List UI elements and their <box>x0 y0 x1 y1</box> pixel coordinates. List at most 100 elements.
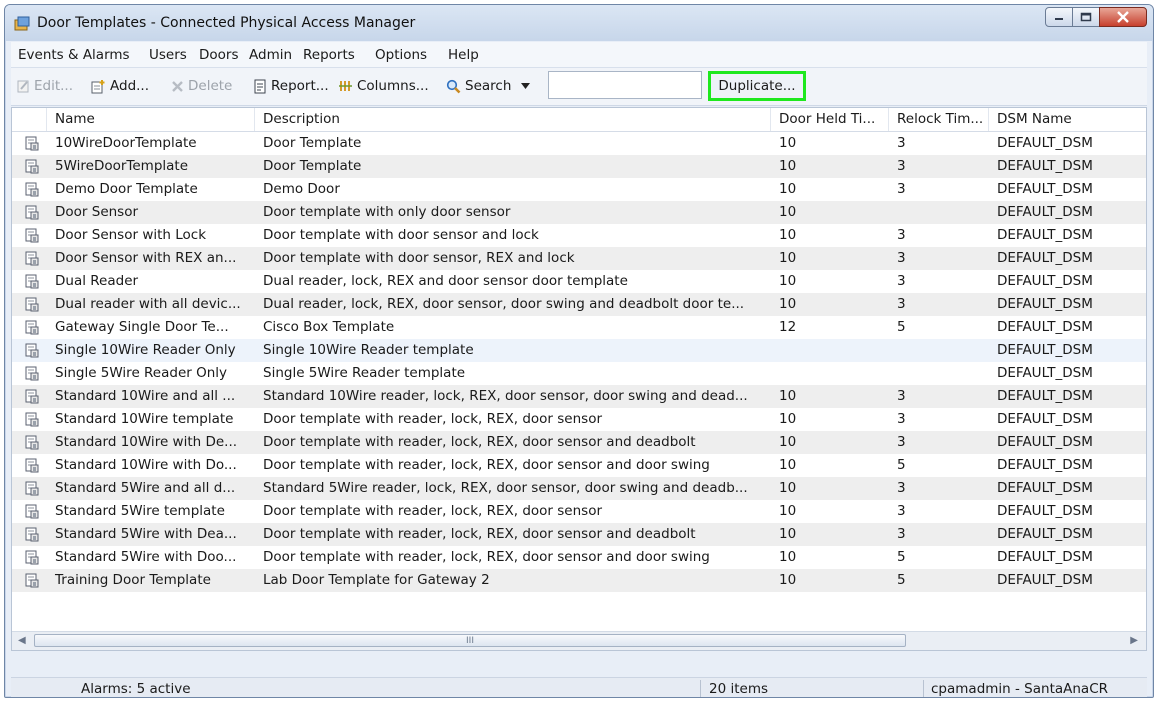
cell-description: Lab Door Template for Gateway 2 <box>263 572 490 588</box>
column-header-door-held-time[interactable]: Door Held Ti... <box>771 108 889 131</box>
table-row[interactable]: Standard 5Wire with Doo... Door template … <box>12 546 1146 569</box>
cell-door-held-time: 10 <box>779 158 797 174</box>
cell-door-held-time: 10 <box>779 549 797 565</box>
toolbar: Edit... Add... Delete Report... Columns.… <box>11 68 1147 106</box>
table-row[interactable]: Standard 5Wire and all d... Standard 5Wir… <box>12 477 1146 500</box>
cell-name: Single 5Wire Reader Only <box>55 365 228 381</box>
cell-door-held-time: 10 <box>779 572 797 588</box>
menu-help[interactable]: Help <box>448 47 479 63</box>
cell-relock-time: 3 <box>897 526 906 542</box>
scroll-right-icon[interactable]: ▶ <box>1130 635 1138 646</box>
cell-door-held-time: 10 <box>779 434 797 450</box>
cell-door-held-time: 10 <box>779 204 797 220</box>
cell-door-held-time: 10 <box>779 411 797 427</box>
cell-door-held-time: 10 <box>779 296 797 312</box>
table-row[interactable]: 5WireDoorTemplate Door Template 10 3 DEFAULT… <box>12 155 1146 178</box>
table-header: Name Description Door Held Ti... Relock … <box>12 108 1146 132</box>
column-header-name[interactable]: Name <box>47 108 255 131</box>
cell-description: Door template with reader, lock, REX, do… <box>263 503 603 519</box>
table-row[interactable]: Standard 10Wire with De... Door template … <box>12 431 1146 454</box>
delete-label: Delete <box>188 78 233 94</box>
cell-description: Door template with door sensor and lock <box>263 227 539 243</box>
menu-events-alarms[interactable]: Events & Alarms <box>18 47 130 63</box>
duplicate-button[interactable]: Duplicate... <box>708 71 806 101</box>
app-window: Door Templates - Connected Physical Acce… <box>4 4 1154 698</box>
door-template-icon <box>25 412 39 427</box>
search-input[interactable] <box>548 71 702 99</box>
table-row[interactable]: Standard 10Wire and all ... Standard 10Wi… <box>12 385 1146 408</box>
cell-door-held-time <box>771 339 889 362</box>
column-header-relock-time[interactable]: Relock Tim... <box>889 108 989 131</box>
table-row[interactable]: Standard 10Wire with Do... Door template … <box>12 454 1146 477</box>
search-button[interactable]: Search <box>446 78 531 94</box>
cell-description: Standard 10Wire reader, lock, REX, door … <box>263 388 748 404</box>
cell-relock-time: 3 <box>897 296 906 312</box>
door-template-icon <box>25 504 39 519</box>
cell-name: Door Sensor with Lock <box>55 227 207 243</box>
cell-door-held-time: 10 <box>779 480 797 496</box>
minimize-button[interactable] <box>1045 7 1073 27</box>
menu-users[interactable]: Users <box>149 47 187 63</box>
cell-dsm-name: DEFAULT_DSM <box>997 480 1093 496</box>
status-item-count: 20 items <box>709 681 769 697</box>
scrollbar-thumb[interactable]: III <box>34 634 906 647</box>
add-button[interactable]: Add... <box>90 78 149 94</box>
cell-door-held-time: 10 <box>779 457 797 473</box>
menu-admin[interactable]: Admin <box>249 47 292 63</box>
cell-relock-time: 3 <box>897 273 906 289</box>
columns-button[interactable]: Columns... <box>338 78 429 94</box>
table-row[interactable]: Training Door Template Lab Door Template … <box>12 569 1146 592</box>
cell-relock-time: 5 <box>897 549 906 565</box>
table-row[interactable]: Door Sensor with Lock Door template with … <box>12 224 1146 247</box>
column-header-dsm-name[interactable]: DSM Name <box>989 108 1146 131</box>
cell-name: Training Door Template <box>55 572 211 588</box>
minimize-icon <box>1055 18 1063 20</box>
delete-button[interactable]: Delete <box>171 78 232 94</box>
report-button[interactable]: Report... <box>253 78 329 94</box>
table-row[interactable]: Dual Reader Dual reader, lock, REX and do… <box>12 270 1146 293</box>
menu-options[interactable]: Options <box>375 47 427 63</box>
close-button[interactable] <box>1099 7 1147 27</box>
cell-dsm-name: DEFAULT_DSM <box>997 319 1093 335</box>
door-template-icon <box>25 228 39 243</box>
menu-reports[interactable]: Reports <box>303 47 355 63</box>
table-row[interactable]: Standard 5Wire template Door template wit… <box>12 500 1146 523</box>
cell-name: Standard 10Wire and all ... <box>55 388 236 404</box>
cell-description: Door template with reader, lock, REX, do… <box>263 526 696 542</box>
cell-dsm-name: DEFAULT_DSM <box>997 158 1093 174</box>
cell-description: Single 10Wire Reader template <box>263 342 474 358</box>
add-icon <box>91 79 105 93</box>
table-row[interactable]: 10WireDoorTemplate Door Template 10 3 DEFAUL… <box>12 132 1146 155</box>
table-row[interactable]: Single 10Wire Reader Only Single 10Wire R… <box>12 339 1146 362</box>
edit-button[interactable]: Edit... <box>16 78 73 94</box>
table-row[interactable]: Door Sensor Door template with only door … <box>12 201 1146 224</box>
cell-name: Single 10Wire Reader Only <box>55 342 236 358</box>
search-dropdown-icon[interactable] <box>521 83 531 89</box>
edit-label: Edit... <box>34 78 74 94</box>
door-template-icon <box>25 458 39 473</box>
duplicate-label: Duplicate... <box>718 78 796 94</box>
table-row[interactable]: Gateway Single Door Te... Cisco Box Templ… <box>12 316 1146 339</box>
menu-doors[interactable]: Doors <box>199 47 239 63</box>
column-header-description[interactable]: Description <box>255 108 771 131</box>
scroll-left-icon[interactable]: ◀ <box>18 635 26 646</box>
status-alarms[interactable]: Alarms: 5 active <box>81 681 191 697</box>
cell-description: Door template with reader, lock, REX, do… <box>263 434 696 450</box>
table-row[interactable]: Standard 10Wire template Door template wi… <box>12 408 1146 431</box>
edit-icon <box>17 80 29 93</box>
maximize-button[interactable] <box>1072 7 1100 27</box>
scrollbar-grip: III <box>466 635 474 646</box>
table-row[interactable]: Door Sensor with REX an... Door template … <box>12 247 1146 270</box>
door-template-icon <box>25 481 39 496</box>
door-template-icon <box>25 435 39 450</box>
maximize-icon <box>1080 12 1092 22</box>
table-row[interactable]: Single 5Wire Reader Only Single 5Wire Rea… <box>12 362 1146 385</box>
table-row[interactable]: Dual reader with all devic... Dual reader… <box>12 293 1146 316</box>
cell-relock-time <box>889 339 989 362</box>
cell-name: 10WireDoorTemplate <box>55 135 197 151</box>
horizontal-scrollbar[interactable]: ◀ III ▶ <box>12 631 1146 650</box>
cell-description: Door template with reader, lock, REX, do… <box>263 411 603 427</box>
table-row[interactable]: Demo Door Template Demo Door 10 3 DEFAULT_DS… <box>12 178 1146 201</box>
table-row[interactable]: Standard 5Wire with Dea... Door template … <box>12 523 1146 546</box>
cell-description: Door Template <box>263 158 362 174</box>
